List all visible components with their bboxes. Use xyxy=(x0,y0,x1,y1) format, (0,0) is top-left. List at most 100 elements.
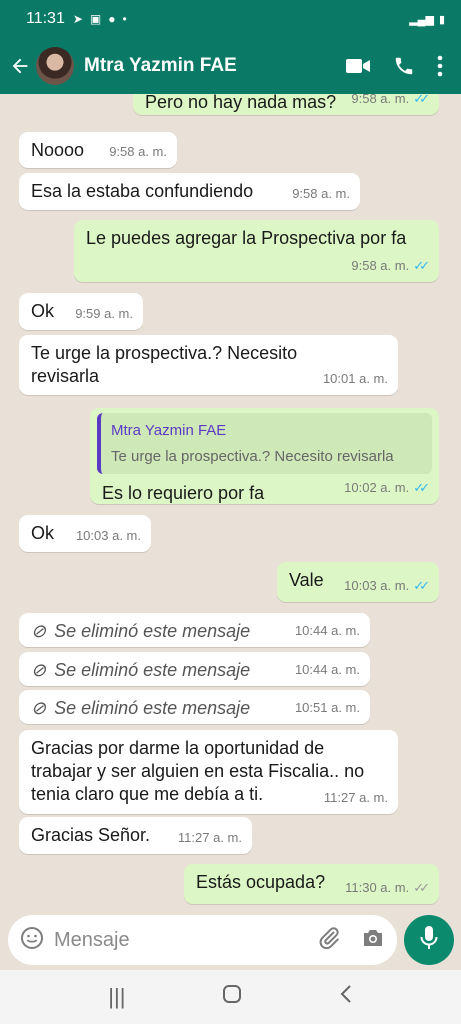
contact-name[interactable]: Mtra Yazmin FAE xyxy=(84,55,237,77)
whatsapp-icon: ● xyxy=(108,12,116,26)
message-meta: 9:58 a. m. xyxy=(292,182,350,205)
delivered-ticks-icon: ✓✓ xyxy=(413,880,430,895)
message-incoming[interactable]: Esa la estaba confundiendo 9:58 a. m. xyxy=(19,173,360,210)
notification-icons: ➤ ▣ ● • xyxy=(73,12,127,26)
message-text: Se eliminó este mensaje xyxy=(54,698,251,718)
status-bar: 11:31 ➤ ▣ ● • ▂▄▆ ▮ xyxy=(0,0,461,38)
message-time: 9:59 a. m. xyxy=(75,306,133,321)
message-meta: 11:30 a. m. ✓✓ xyxy=(345,876,430,899)
blocked-icon: ⊘ xyxy=(31,698,47,718)
status-right: ▂▄▆ ▮ xyxy=(409,13,445,26)
message-meta: 9:58 a. m. ✓✓ xyxy=(351,254,430,277)
blocked-icon: ⊘ xyxy=(31,660,47,680)
read-ticks-icon: ✓✓ xyxy=(413,578,430,593)
attach-paperclip-icon[interactable] xyxy=(317,926,341,955)
message-text: Te urge la prospectiva.? Necesito revisa… xyxy=(31,343,298,386)
message-outgoing-reply[interactable]: Mtra Yazmin FAE Te urge la prospectiva.?… xyxy=(90,408,439,504)
read-ticks-icon: ✓✓ xyxy=(413,94,430,106)
message-list[interactable]: Pero no hay nada mas? 9:58 a. m. ✓✓ Noooo… xyxy=(0,94,461,912)
message-input[interactable] xyxy=(54,928,274,952)
message-time: 10:44 a. m. xyxy=(294,623,360,638)
emoji-icon[interactable] xyxy=(20,926,44,955)
message-deleted[interactable]: ⊘ Se eliminó este mensaje 10:51 a. m. xyxy=(19,690,370,724)
message-deleted[interactable]: ⊘ Se eliminó este mensaje 10:44 a. m. xyxy=(19,652,370,686)
message-text: Esa la estaba confundiendo xyxy=(31,181,254,201)
quoted-message[interactable]: Mtra Yazmin FAE Te urge la prospectiva.?… xyxy=(97,413,432,474)
message-time: 9:58 a. m. xyxy=(351,94,410,106)
chat-header: Mtra Yazmin FAE xyxy=(0,38,461,94)
camera-icon[interactable] xyxy=(361,927,385,954)
message-text: Estás ocupada? xyxy=(196,872,326,892)
message-meta: 9:59 a. m. xyxy=(75,302,133,325)
message-meta: 9:58 a. m. ✓✓ xyxy=(351,94,430,110)
message-field xyxy=(8,915,397,965)
dot-icon: • xyxy=(122,12,127,26)
message-time: 9:58 a. m. xyxy=(351,258,410,273)
message-meta: 11:27 a. m. xyxy=(178,826,242,849)
message-meta: 10:02 a. m. ✓✓ xyxy=(344,476,430,499)
message-incoming[interactable]: Te urge la prospectiva.? Necesito revisa… xyxy=(19,335,398,395)
message-time: 9:58 a. m. xyxy=(292,186,350,201)
message-text: Ok xyxy=(31,301,55,321)
home-icon[interactable] xyxy=(222,984,242,1010)
voice-record-button[interactable] xyxy=(404,915,454,965)
message-outgoing[interactable]: Estás ocupada? 11:30 a. m. ✓✓ xyxy=(184,864,439,904)
message-meta: 9:58 a. m. xyxy=(109,140,167,163)
message-meta: 10:44 a. m. xyxy=(295,658,360,681)
message-text: Gracias Señor. xyxy=(31,825,151,845)
message-incoming[interactable]: Ok 10:03 a. m. xyxy=(19,515,151,552)
message-text: Pero no hay nada mas? xyxy=(145,94,337,112)
message-text: Vale xyxy=(289,570,324,590)
message-time: 10:02 a. m. xyxy=(344,480,410,495)
message-outgoing[interactable]: Vale 10:03 a. m. ✓✓ xyxy=(277,562,439,602)
message-text: Le puedes agregar la Prospectiva por fa xyxy=(86,228,407,248)
message-time: 9:58 a. m. xyxy=(109,144,167,159)
battery-icon: ▮ xyxy=(438,13,445,26)
video-call-icon[interactable] xyxy=(345,56,371,76)
message-incoming[interactable]: Ok 9:59 a. m. xyxy=(19,293,143,330)
message-time: 10:03 a. m. xyxy=(75,528,141,543)
message-meta: 11:27 a. m. xyxy=(324,786,388,809)
message-text: Se eliminó este mensaje xyxy=(54,660,251,680)
message-time: 10:44 a. m. xyxy=(294,662,360,677)
message-time: 10:01 a. m. xyxy=(322,371,388,386)
read-ticks-icon: ✓✓ xyxy=(413,480,430,495)
compose-bar xyxy=(0,912,461,970)
message-time: 11:27 a. m. xyxy=(323,790,388,805)
message-meta: 10:03 a. m. xyxy=(76,524,141,547)
contact-avatar[interactable] xyxy=(36,47,74,85)
message-incoming[interactable]: Gracias por darme la oportunidad de trab… xyxy=(19,730,398,814)
message-meta: 10:03 a. m. ✓✓ xyxy=(344,574,430,597)
message-text: Noooo xyxy=(31,140,85,160)
message-outgoing[interactable]: Pero no hay nada mas? 9:58 a. m. ✓✓ xyxy=(133,94,439,115)
message-time: 11:27 a. m. xyxy=(177,830,242,845)
quoted-author: Mtra Yazmin FAE xyxy=(111,422,227,439)
more-options-icon[interactable] xyxy=(437,55,443,77)
message-text: Ok xyxy=(31,523,55,543)
message-incoming[interactable]: Noooo 9:58 a. m. xyxy=(19,132,177,168)
telegram-icon: ➤ xyxy=(72,12,83,26)
quoted-text: Te urge la prospectiva.? Necesito revisa… xyxy=(111,448,394,465)
message-meta: 10:01 a. m. xyxy=(323,367,388,390)
voice-call-icon[interactable] xyxy=(393,55,415,77)
message-text: Es lo requiero por fa xyxy=(102,483,265,503)
blocked-icon: ⊘ xyxy=(31,621,47,641)
status-time: 11:31 xyxy=(26,10,65,27)
back-arrow-icon[interactable] xyxy=(2,38,38,94)
back-nav-icon[interactable] xyxy=(339,984,353,1010)
message-deleted[interactable]: ⊘ Se eliminó este mensaje 10:44 a. m. xyxy=(19,613,370,647)
recent-apps-icon[interactable]: ||| xyxy=(108,984,125,1010)
message-incoming[interactable]: Gracias Señor. 11:27 a. m. xyxy=(19,817,252,854)
message-time: 10:51 a. m. xyxy=(294,700,360,715)
microphone-icon xyxy=(419,925,439,956)
signal-icon: ▂▄▆ xyxy=(409,13,434,26)
message-meta: 10:44 a. m. xyxy=(295,619,360,642)
read-ticks-icon: ✓✓ xyxy=(413,258,430,273)
message-outgoing[interactable]: Le puedes agregar la Prospectiva por fa … xyxy=(74,220,439,282)
message-time: 11:30 a. m. xyxy=(345,880,410,895)
message-meta: 10:51 a. m. xyxy=(295,696,360,719)
message-text: Se eliminó este mensaje xyxy=(54,621,251,641)
message-time: 10:03 a. m. xyxy=(344,578,410,593)
system-nav-bar: ||| xyxy=(0,970,461,1024)
gallery-icon: ▣ xyxy=(89,12,102,26)
